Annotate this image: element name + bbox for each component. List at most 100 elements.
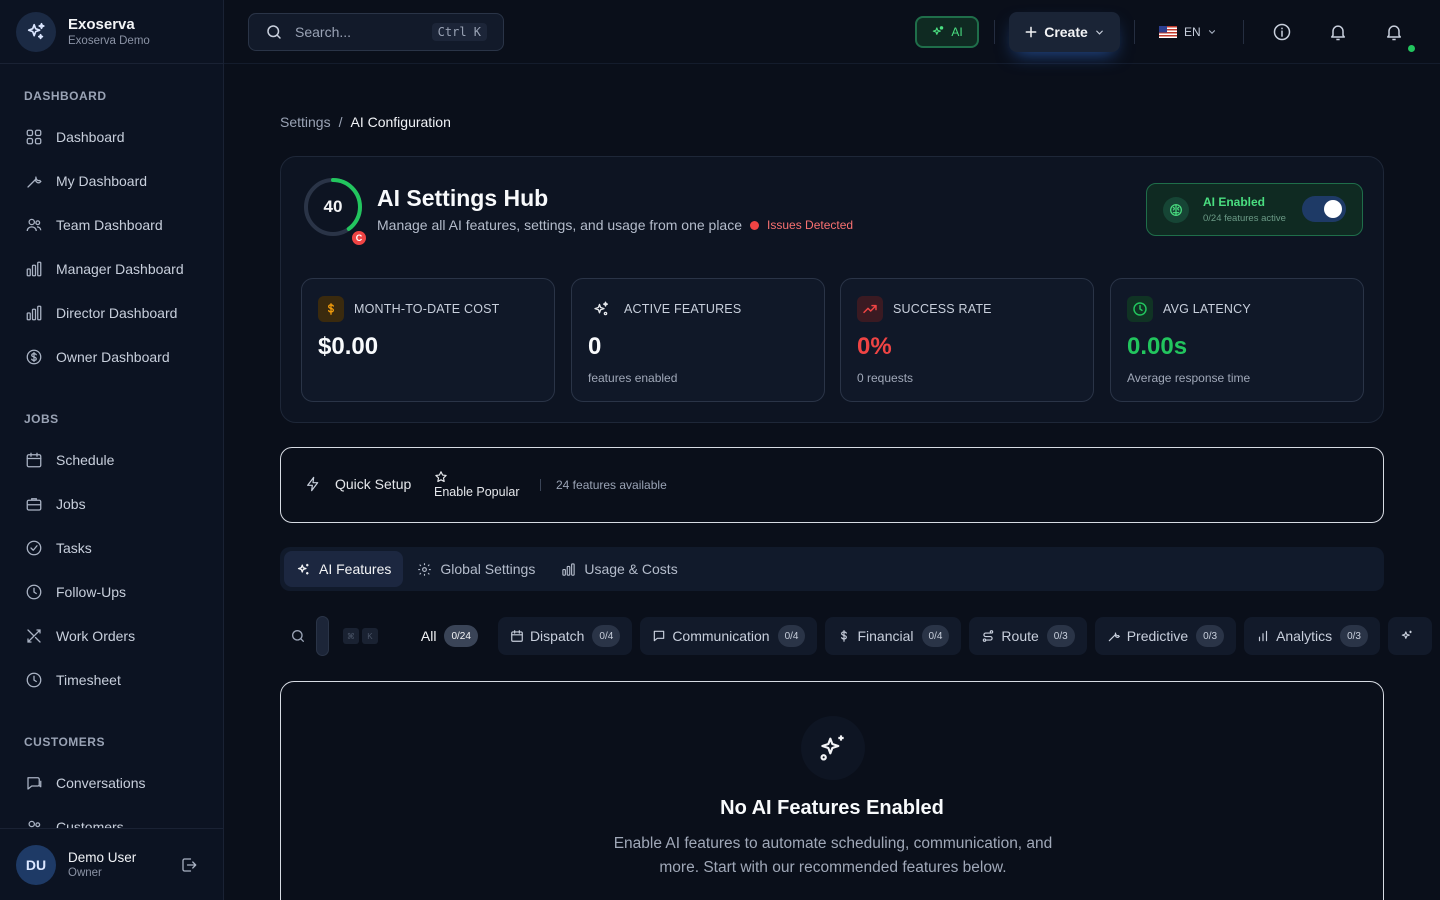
bar-chart-icon bbox=[24, 303, 44, 323]
sidebar-item-schedule[interactable]: Schedule bbox=[0, 438, 223, 482]
user-name: Demo User bbox=[68, 850, 137, 865]
quick-setup-bar: Quick Setup Enable Popular 24 features a… bbox=[280, 447, 1384, 523]
brain-icon bbox=[1163, 197, 1189, 223]
search-input[interactable]: Search... bbox=[295, 24, 432, 40]
stat-value: 0.00s bbox=[1127, 333, 1188, 360]
shortcut-key: K bbox=[361, 628, 378, 644]
bell-icon[interactable] bbox=[1326, 20, 1350, 44]
sidebar-item-timesheet[interactable]: Timesheet bbox=[0, 658, 223, 702]
filter-chip-financial[interactable]: Financial 0/4 bbox=[825, 617, 962, 655]
sidebar-item-label: My Dashboard bbox=[56, 173, 148, 189]
filter-chip-all[interactable]: All 0/24 bbox=[409, 617, 490, 655]
tab-ai-features[interactable]: AI Features bbox=[284, 551, 404, 587]
breadcrumb-settings[interactable]: Settings bbox=[280, 114, 331, 130]
user-profile[interactable]: DU Demo User Owner bbox=[0, 828, 223, 900]
filter-chip-predictive[interactable]: Predictive 0/3 bbox=[1094, 617, 1237, 655]
chat-icon bbox=[652, 629, 666, 643]
quick-setup-label: Quick Setup bbox=[335, 476, 412, 492]
hub-description: Manage all AI features, settings, and us… bbox=[377, 217, 743, 233]
chip-label: Route bbox=[1001, 628, 1039, 644]
divider bbox=[1134, 20, 1135, 44]
stat-card-avg-latency: AVG LATENCY 0.00s Average response time bbox=[1110, 278, 1364, 402]
calendar-icon bbox=[24, 450, 44, 470]
health-score-ring: 40 bbox=[303, 177, 363, 237]
grid-icon bbox=[24, 127, 44, 147]
issue-status-text: Issues Detected bbox=[767, 218, 854, 232]
sparkles-icon bbox=[931, 25, 945, 39]
tab-global-settings[interactable]: Global Settings bbox=[405, 551, 547, 587]
info-icon[interactable] bbox=[1270, 20, 1294, 44]
sidebar-item-label: Conversations bbox=[56, 775, 146, 791]
sidebar-item-customers[interactable]: Customers bbox=[0, 805, 223, 828]
filter-chip-dispatch[interactable]: Dispatch 0/4 bbox=[497, 617, 633, 655]
sidebar-item-conversations[interactable]: Conversations bbox=[0, 761, 223, 805]
filter-chip-route[interactable]: Route 0/3 bbox=[969, 617, 1087, 655]
tools-icon bbox=[24, 626, 44, 646]
hub-subtitle: Manage all AI features, settings, and us… bbox=[377, 217, 853, 233]
sidebar-item-my-dashboard[interactable]: My Dashboard bbox=[0, 159, 223, 203]
sidebar-item-tasks[interactable]: Tasks bbox=[0, 526, 223, 570]
notifications-icon[interactable] bbox=[1382, 20, 1406, 44]
sidebar-item-label: Follow-Ups bbox=[56, 584, 127, 600]
nav-section-title: DASHBOARD bbox=[24, 89, 107, 103]
tab-label: Global Settings bbox=[440, 561, 536, 577]
users-icon bbox=[24, 817, 44, 828]
ai-button-label: AI bbox=[951, 25, 963, 39]
tab-label: AI Features bbox=[319, 561, 392, 577]
sparkles-icon bbox=[296, 562, 311, 577]
sidebar-item-director-dashboard[interactable]: Director Dashboard bbox=[0, 291, 223, 335]
language-selector[interactable]: EN bbox=[1159, 20, 1217, 44]
nav-section-title: JOBS bbox=[24, 412, 59, 426]
sidebar-item-owner-dashboard[interactable]: Owner Dashboard bbox=[0, 335, 223, 379]
sidebar-item-follow-ups[interactable]: Follow-Ups bbox=[0, 570, 223, 614]
stat-label: ACTIVE FEATURES bbox=[624, 302, 742, 316]
stat-card-cost: MONTH-TO-DATE COST $0.00 bbox=[301, 278, 555, 402]
chevron-down-icon bbox=[1094, 27, 1105, 38]
ai-assistant-button[interactable]: AI bbox=[915, 16, 979, 48]
create-button[interactable]: Create bbox=[1009, 12, 1120, 52]
bar-chart-icon bbox=[1256, 629, 1270, 643]
chip-label: All bbox=[420, 628, 437, 644]
chip-label: Communication bbox=[672, 628, 770, 644]
chip-count: 0/24 bbox=[444, 625, 478, 647]
chip-count: 0/4 bbox=[921, 625, 950, 647]
brand[interactable]: Exoserva Exoserva Demo bbox=[0, 0, 223, 64]
tab-label: Usage & Costs bbox=[584, 561, 678, 577]
sidebar-item-manager-dashboard[interactable]: Manager Dashboard bbox=[0, 247, 223, 291]
breadcrumb-separator: / bbox=[338, 114, 343, 130]
avatar[interactable]: DU bbox=[16, 844, 56, 885]
nav-section-title: CUSTOMERS bbox=[24, 735, 105, 749]
tab-usage-costs[interactable]: Usage & Costs bbox=[549, 551, 689, 587]
sparkles-icon bbox=[1400, 629, 1414, 643]
topbar: Search... Ctrl K AI Create EN bbox=[224, 0, 1440, 64]
ai-enabled-title: AI Enabled bbox=[1203, 195, 1266, 209]
feature-search-input[interactable] bbox=[316, 616, 329, 656]
filter-chip-communication[interactable]: Communication 0/4 bbox=[640, 617, 818, 655]
sidebar-item-work-orders[interactable]: Work Orders bbox=[0, 614, 223, 658]
star-icon bbox=[434, 470, 519, 484]
sidebar-item-jobs[interactable]: Jobs bbox=[0, 482, 223, 526]
ai-settings-hub-card: 40 C AI Settings Hub Manage all AI featu… bbox=[280, 156, 1384, 423]
briefcase-icon bbox=[24, 494, 44, 514]
search-box[interactable]: Search... Ctrl K bbox=[248, 13, 504, 51]
sidebar-item-label: Manager Dashboard bbox=[56, 261, 184, 277]
filter-chip-more[interactable] bbox=[1388, 617, 1432, 655]
chevron-down-icon bbox=[1207, 27, 1217, 37]
grade-badge: C bbox=[350, 229, 368, 247]
dollar-circle-icon bbox=[24, 347, 44, 367]
chip-label: Financial bbox=[857, 628, 914, 644]
enable-popular-button[interactable]: Enable Popular bbox=[434, 470, 519, 499]
stat-value: $0.00 bbox=[318, 333, 379, 360]
trend-up-icon bbox=[857, 296, 883, 322]
clock-icon bbox=[24, 670, 44, 690]
ai-enabled-toggle[interactable] bbox=[1302, 196, 1346, 222]
stat-caption: Average response time bbox=[1127, 371, 1251, 385]
sparkles-icon bbox=[588, 296, 614, 322]
logout-icon[interactable] bbox=[169, 856, 209, 874]
filter-chip-analytics[interactable]: Analytics 0/3 bbox=[1244, 617, 1380, 655]
sidebar-item-dashboard[interactable]: Dashboard bbox=[0, 115, 223, 159]
chip-count: 0/4 bbox=[777, 625, 806, 647]
divider bbox=[540, 479, 541, 491]
sidebar-item-team-dashboard[interactable]: Team Dashboard bbox=[0, 203, 223, 247]
ai-enabled-panel: AI Enabled 0/24 features active bbox=[1146, 183, 1363, 236]
